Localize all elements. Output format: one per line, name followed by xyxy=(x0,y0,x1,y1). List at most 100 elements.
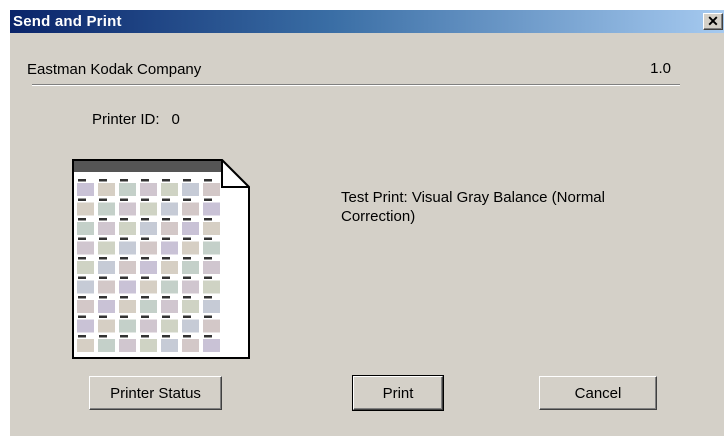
patch-mark xyxy=(141,335,149,338)
patch-mark xyxy=(183,335,191,338)
gray-patch xyxy=(203,261,220,274)
gray-patch xyxy=(98,319,115,333)
gray-patch xyxy=(203,300,220,313)
gray-patch xyxy=(203,339,220,352)
patch-mark xyxy=(99,237,107,240)
send-and-print-dialog: Send and Print ✕ Eastman Kodak Company 1… xyxy=(9,9,724,436)
gray-patch xyxy=(119,300,136,313)
gray-patch xyxy=(203,319,220,333)
patch-mark xyxy=(120,315,128,318)
gray-patch xyxy=(161,241,178,255)
gray-patch xyxy=(98,339,115,352)
patch-mark xyxy=(78,198,86,201)
patch-mark xyxy=(183,179,191,182)
gray-patch xyxy=(161,222,178,235)
gray-patch xyxy=(119,261,136,274)
patch-mark xyxy=(162,296,170,299)
test-print-thumbnail xyxy=(72,159,250,359)
gray-patch xyxy=(140,222,157,235)
patch-mark xyxy=(78,276,86,279)
patch-mark xyxy=(183,276,191,279)
printer-status-button[interactable]: Printer Status xyxy=(89,376,222,410)
patch-mark xyxy=(78,218,86,221)
patch-mark xyxy=(120,218,128,221)
gray-patch xyxy=(182,300,199,313)
gray-patch xyxy=(119,241,136,255)
close-icon: ✕ xyxy=(707,13,719,29)
patch-mark xyxy=(162,276,170,279)
gray-patch xyxy=(77,202,94,216)
gray-patch xyxy=(77,241,94,255)
patch-mark xyxy=(183,315,191,318)
gray-patch xyxy=(203,241,220,255)
patch-mark xyxy=(183,218,191,221)
printer-id-value: 0 xyxy=(171,111,180,128)
patch-mark xyxy=(204,198,212,201)
patch-mark xyxy=(78,315,86,318)
gray-patch xyxy=(98,202,115,216)
patch-mark xyxy=(162,237,170,240)
patch-mark xyxy=(78,335,86,338)
printer-id-row: Printer ID: 0 xyxy=(92,111,180,128)
separator xyxy=(32,84,680,86)
gray-patch xyxy=(161,202,178,216)
gray-patch xyxy=(77,339,94,352)
gray-patch xyxy=(161,183,178,196)
patch-mark xyxy=(99,257,107,260)
gray-patch xyxy=(161,300,178,313)
patch-mark xyxy=(162,335,170,338)
gray-patch xyxy=(77,261,94,274)
patch-mark xyxy=(99,198,107,201)
cancel-button[interactable]: Cancel xyxy=(539,376,657,410)
patch-mark xyxy=(183,296,191,299)
patch-mark xyxy=(204,237,212,240)
gray-patch xyxy=(77,319,94,333)
gray-patch xyxy=(77,280,94,294)
patch-mark xyxy=(183,237,191,240)
patch-mark xyxy=(204,296,212,299)
patch-mark xyxy=(120,257,128,260)
gray-patch xyxy=(203,280,220,294)
gray-patch xyxy=(119,280,136,294)
gray-patch xyxy=(119,339,136,352)
patch-mark xyxy=(120,198,128,201)
patch-mark xyxy=(120,335,128,338)
patch-mark xyxy=(141,179,149,182)
patch-mark xyxy=(204,257,212,260)
close-button[interactable]: ✕ xyxy=(703,13,723,30)
patch-mark xyxy=(204,218,212,221)
print-button[interactable]: Print xyxy=(352,375,444,411)
gray-patch xyxy=(203,183,220,196)
title-bar: Send and Print ✕ xyxy=(10,10,724,33)
gray-patch xyxy=(182,202,199,216)
patch-mark xyxy=(141,218,149,221)
gray-patch xyxy=(77,183,94,196)
patch-mark xyxy=(78,179,86,182)
gray-patch xyxy=(161,319,178,333)
gray-patch xyxy=(98,241,115,255)
test-print-description: Test Print: Visual Gray Balance (Normal … xyxy=(341,189,605,225)
gray-patch xyxy=(182,280,199,294)
gray-patch xyxy=(98,183,115,196)
patch-mark xyxy=(78,237,86,240)
patch-mark xyxy=(141,276,149,279)
patch-mark xyxy=(120,179,128,182)
patch-mark xyxy=(99,218,107,221)
gray-patch xyxy=(140,339,157,352)
company-name: Eastman Kodak Company xyxy=(27,61,202,78)
patch-mark xyxy=(141,257,149,260)
gray-patch xyxy=(77,222,94,235)
gray-patch xyxy=(140,319,157,333)
gray-patch xyxy=(98,280,115,294)
patch-mark xyxy=(141,198,149,201)
patch-mark xyxy=(99,296,107,299)
patch-mark xyxy=(204,335,212,338)
gray-patch xyxy=(119,319,136,333)
patch-mark xyxy=(141,296,149,299)
gray-patch xyxy=(182,183,199,196)
patch-mark xyxy=(162,179,170,182)
patch-mark xyxy=(162,315,170,318)
gray-patch xyxy=(77,300,94,313)
gray-patch xyxy=(161,339,178,352)
patch-mark xyxy=(183,198,191,201)
